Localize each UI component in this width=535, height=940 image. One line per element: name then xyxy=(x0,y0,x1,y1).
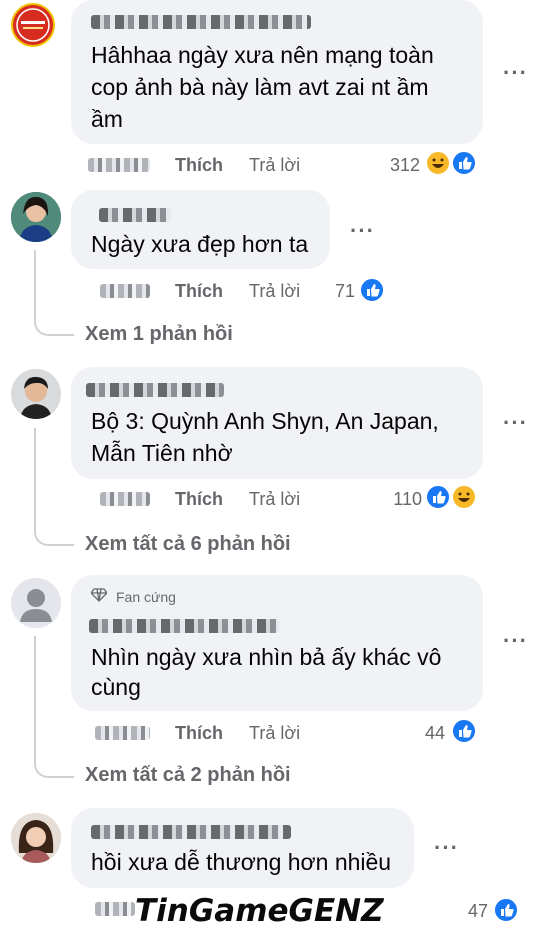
timestamp[interactable] xyxy=(95,902,135,916)
comment-text: Bộ 3: Quỳnh Anh Shyn, An Japan, xyxy=(91,408,439,434)
reaction-count[interactable]: 44 xyxy=(405,723,445,744)
reply-button[interactable]: Trả lời xyxy=(249,489,300,510)
like-button[interactable]: Thích xyxy=(175,155,223,176)
comment-bubble: Fan cứng Nhìn ngày xưa nhìn bả ấy khác v… xyxy=(71,575,483,711)
like-button[interactable]: Thích xyxy=(175,489,223,510)
reply-button[interactable]: Trả lời xyxy=(249,281,300,302)
logo-avatar-icon xyxy=(16,8,50,42)
comment-bubble: Bộ 3: Quỳnh Anh Shyn, An Japan, Mẫn Tiên… xyxy=(71,367,483,479)
diamond-badge-icon xyxy=(91,588,107,602)
comment-text: cùng xyxy=(91,674,141,700)
avatar[interactable] xyxy=(11,3,55,47)
author-name[interactable] xyxy=(86,383,224,397)
comment-text: Ngày xưa đẹp hơn ta xyxy=(91,231,309,257)
author-name[interactable] xyxy=(89,619,279,633)
like-reaction-icon xyxy=(451,150,477,176)
more-options-button[interactable]: ··· xyxy=(503,60,528,86)
more-options-button[interactable]: ··· xyxy=(503,410,528,436)
reaction-count[interactable]: 71 xyxy=(315,281,355,302)
author-name[interactable] xyxy=(99,208,171,222)
view-replies-link[interactable]: Xem tất cả 6 phản hồi xyxy=(85,533,291,556)
thread-connector xyxy=(34,428,74,546)
comment-bubble: Ngày xưa đẹp hơn ta xyxy=(71,190,330,269)
like-button[interactable]: Thích xyxy=(175,723,223,744)
reaction-count[interactable]: 110 xyxy=(380,489,422,510)
more-options-button[interactable]: ··· xyxy=(350,218,375,244)
like-reaction-icon xyxy=(493,897,519,923)
timestamp[interactable] xyxy=(100,284,150,298)
comment-bubble: hồi xưa dễ thương hơn nhiều xyxy=(71,808,414,888)
comment-text: cop ảnh bà này làm avt zai nt ầm xyxy=(91,74,429,100)
like-button[interactable]: Thích xyxy=(175,281,223,302)
author-name[interactable] xyxy=(91,15,311,29)
author-name[interactable] xyxy=(91,825,291,839)
haha-reaction-icon xyxy=(425,150,451,176)
avatar[interactable] xyxy=(11,813,61,863)
like-reaction-icon xyxy=(425,484,451,510)
comment-text: Hâhhaa ngày xưa nên mạng toàn xyxy=(91,42,434,68)
comment-bubble: Hâhhaa ngày xưa nên mạng toàn cop ảnh bà… xyxy=(71,0,483,144)
like-reaction-icon xyxy=(451,718,477,744)
thread-connector xyxy=(34,636,74,778)
haha-reaction-icon xyxy=(451,484,477,510)
avatar[interactable] xyxy=(11,192,61,242)
more-options-button[interactable]: ··· xyxy=(503,628,528,654)
comment-text: Nhìn ngày xưa nhìn bả ấy khác vô xyxy=(91,644,442,670)
person-photo-icon xyxy=(11,192,61,242)
reaction-count[interactable]: 312 xyxy=(380,155,420,176)
default-avatar-icon xyxy=(11,578,61,628)
comment-text: ầm xyxy=(91,106,123,132)
reaction-count[interactable]: 47 xyxy=(448,901,488,922)
person-photo-icon xyxy=(11,369,61,419)
timestamp[interactable] xyxy=(95,726,150,740)
comment-text: Mẫn Tiên nhờ xyxy=(91,440,233,466)
reply-button[interactable]: Trả lời xyxy=(249,723,300,744)
thread-connector xyxy=(34,250,74,336)
person-photo-icon xyxy=(11,813,61,863)
top-fan-badge: Fan cứng xyxy=(116,589,176,605)
avatar[interactable] xyxy=(11,369,61,419)
reply-button[interactable]: Trả lời xyxy=(249,155,300,176)
view-replies-link[interactable]: Xem 1 phản hồi xyxy=(85,323,233,346)
timestamp[interactable] xyxy=(100,492,150,506)
view-replies-link[interactable]: Xem tất cả 2 phản hồi xyxy=(85,764,291,787)
like-reaction-icon xyxy=(359,277,385,303)
avatar[interactable] xyxy=(11,578,61,628)
more-options-button[interactable]: ··· xyxy=(434,835,459,861)
comment-text: hồi xưa dễ thương hơn nhiều xyxy=(91,849,392,875)
watermark-logo: TinGameGENZ xyxy=(135,893,384,929)
timestamp[interactable] xyxy=(88,158,150,172)
